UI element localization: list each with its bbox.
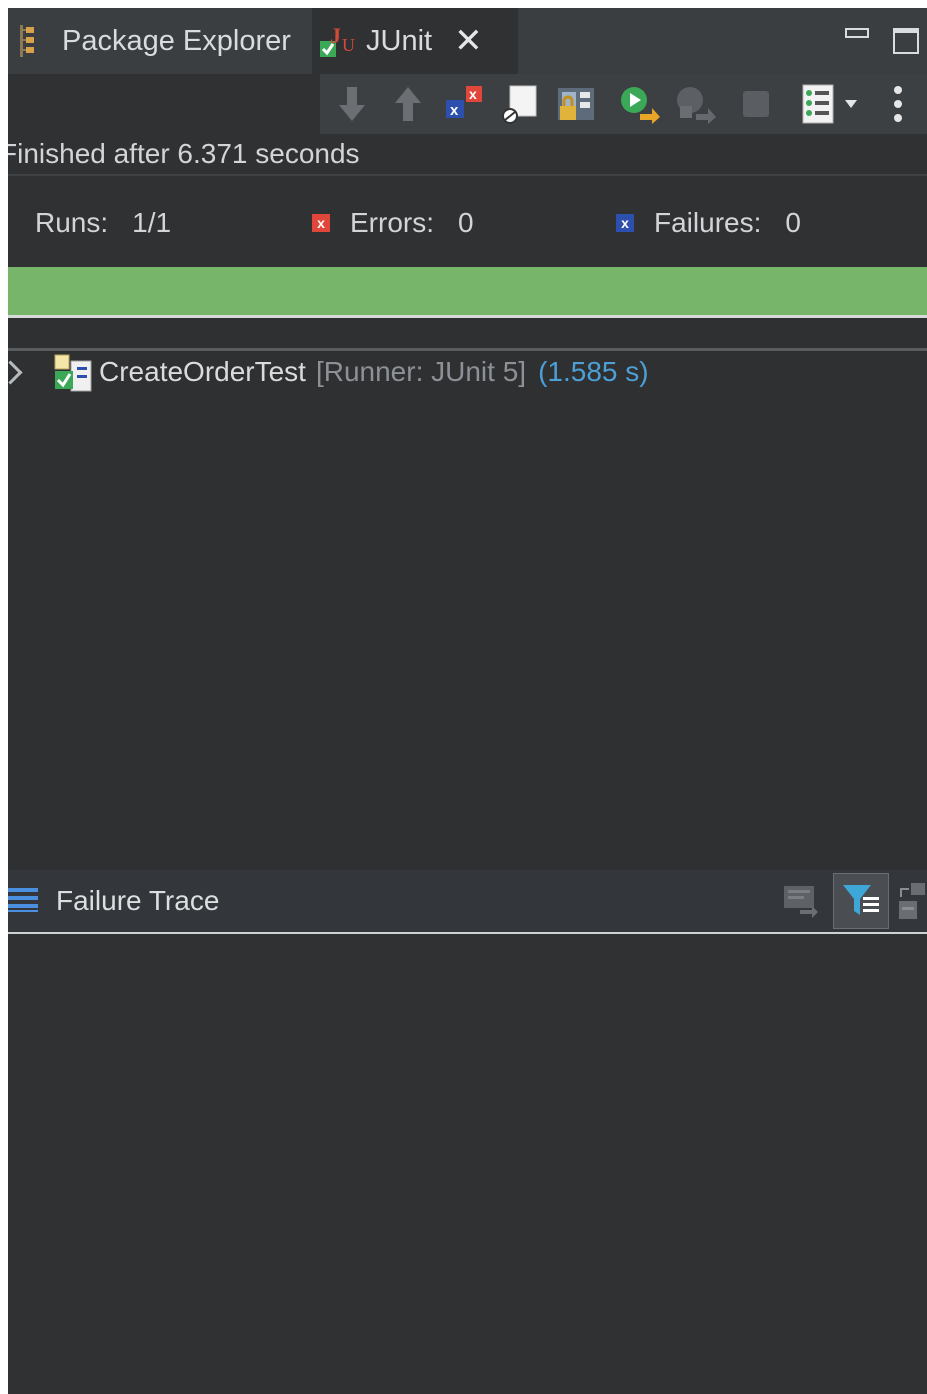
errors-label: Errors:	[350, 207, 434, 238]
rerun-failed-first-icon[interactable]	[674, 82, 718, 126]
tab-junit[interactable]: J U JUnit ✕	[312, 8, 518, 74]
junit-icon: J U	[318, 21, 355, 61]
run-status: Finished after 6.371 seconds	[8, 138, 360, 169]
stack-trace-icon	[8, 888, 38, 914]
test-tree	[8, 318, 927, 870]
maximize-icon[interactable]	[893, 28, 919, 54]
tab-junit-label: JUnit	[366, 24, 433, 57]
package-explorer-icon	[14, 21, 48, 61]
run-counters: Runs: 1/1 x Errors: 0 x Failures: 0	[8, 198, 927, 248]
stop-icon[interactable]	[734, 82, 778, 126]
copy-trace-icon[interactable]	[897, 879, 927, 923]
toolbar-row: x x	[8, 74, 927, 134]
svg-text:x: x	[469, 86, 477, 102]
svg-text:x: x	[450, 102, 459, 119]
runs-counter: Runs: 1/1	[35, 198, 171, 248]
failure-trace-header: Failure Trace	[8, 870, 927, 932]
test-run-history-icon[interactable]	[796, 82, 840, 126]
progress-bar-fill	[8, 267, 927, 315]
runs-value: 1/1	[132, 207, 172, 238]
failures-label: Failures:	[654, 207, 762, 238]
rerun-test-icon[interactable]	[618, 82, 662, 126]
history-dropdown-icon[interactable]	[844, 82, 858, 126]
failure-trace-title: Failure Trace	[56, 885, 220, 916]
errors-value: 0	[458, 207, 474, 238]
failure-icon: x	[616, 214, 634, 232]
test-suite-icon	[53, 353, 92, 392]
filter-stack-trace-icon[interactable]	[833, 873, 889, 929]
close-tab-icon[interactable]: ✕	[454, 24, 483, 58]
tree-item-test-class[interactable]: CreateOrderTest [Runner: JUnit 5] (1.585…	[8, 352, 649, 392]
test-runner-label: [Runner: JUnit 5]	[315, 356, 527, 387]
next-failure-icon[interactable]	[330, 82, 374, 126]
progress-bar	[8, 267, 927, 315]
error-icon: x	[312, 214, 330, 232]
svg-text:U: U	[342, 35, 355, 55]
chevron-right-icon[interactable]	[8, 359, 23, 385]
errors-counter: x Errors: 0	[312, 198, 474, 248]
view-controls	[845, 8, 927, 74]
junit-view: Package Explorer J U JUnit ✕ x x Finishe…	[8, 8, 927, 1394]
tab-package-explorer-label: Package Explorer	[62, 24, 291, 57]
divider	[8, 174, 927, 176]
svg-text:J: J	[330, 23, 341, 48]
scroll-lock-icon[interactable]	[554, 82, 598, 126]
compare-result-icon[interactable]	[779, 879, 823, 923]
runs-label: Runs:	[35, 207, 109, 238]
failures-counter: x Failures: 0	[616, 198, 801, 248]
show-failures-only-icon[interactable]: x x	[442, 82, 486, 126]
failures-value: 0	[785, 207, 801, 238]
view-tab-bar: Package Explorer J U JUnit ✕	[8, 8, 927, 74]
minimize-icon[interactable]	[845, 28, 869, 38]
previous-failure-icon[interactable]	[386, 82, 430, 126]
failure-trace-body	[8, 934, 927, 1394]
view-menu-icon[interactable]	[888, 82, 908, 126]
test-class-name: CreateOrderTest	[99, 356, 306, 387]
junit-toolbar: x x	[320, 74, 927, 134]
test-duration: (1.585 s)	[538, 356, 649, 387]
failure-trace-toolbar	[769, 870, 927, 932]
tab-package-explorer[interactable]: Package Explorer	[8, 8, 312, 74]
divider	[8, 348, 927, 351]
show-skipped-only-icon[interactable]	[498, 82, 542, 126]
